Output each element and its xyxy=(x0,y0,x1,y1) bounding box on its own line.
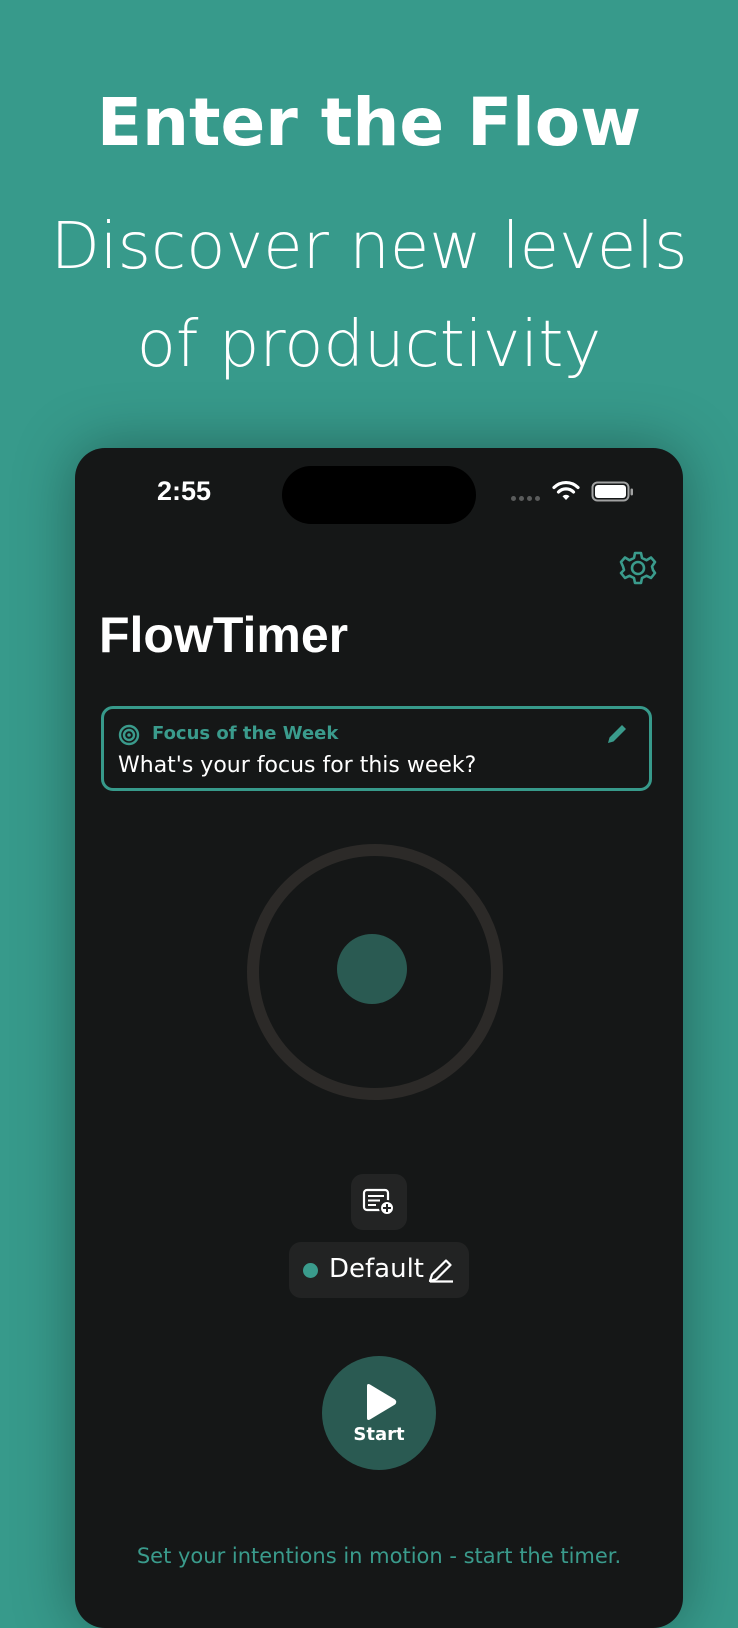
edit-icon[interactable] xyxy=(427,1256,455,1284)
gear-icon[interactable] xyxy=(618,548,658,588)
timer-core xyxy=(337,934,407,1004)
pencil-icon[interactable] xyxy=(604,721,630,747)
note-add-icon xyxy=(362,1188,395,1216)
phone-screen: 2:55 FlowTimer Focus of the Week What's … xyxy=(75,448,683,1628)
start-button[interactable]: Start xyxy=(322,1356,436,1470)
signal-dots-icon xyxy=(511,496,540,501)
start-label: Start xyxy=(353,1424,405,1445)
focus-label: Focus of the Week xyxy=(152,723,339,744)
marketing-subline-line-2: of productivity xyxy=(136,308,602,382)
marketing-subline: Discover new levels of productivity xyxy=(0,198,738,394)
marketing-headline: Enter the Flow xyxy=(96,84,642,161)
wifi-icon xyxy=(552,480,580,500)
profile-color-dot xyxy=(303,1263,318,1278)
focus-of-week-card[interactable]: Focus of the Week What's your focus for … xyxy=(101,706,652,791)
dynamic-island xyxy=(282,466,476,524)
add-note-button[interactable] xyxy=(351,1174,407,1230)
focus-input[interactable]: What's your focus for this week? xyxy=(118,753,476,778)
status-time: 2:55 xyxy=(157,476,212,506)
hint-text: Set your intentions in motion - start th… xyxy=(136,1544,622,1568)
battery-icon xyxy=(591,481,633,502)
play-icon xyxy=(367,1384,397,1420)
app-title: FlowTimer xyxy=(99,607,349,663)
marketing-subline-line-1: Discover new levels xyxy=(50,210,688,284)
profile-selector[interactable]: Default xyxy=(289,1242,469,1298)
target-icon xyxy=(118,724,140,746)
profile-label: Default xyxy=(329,1254,424,1284)
